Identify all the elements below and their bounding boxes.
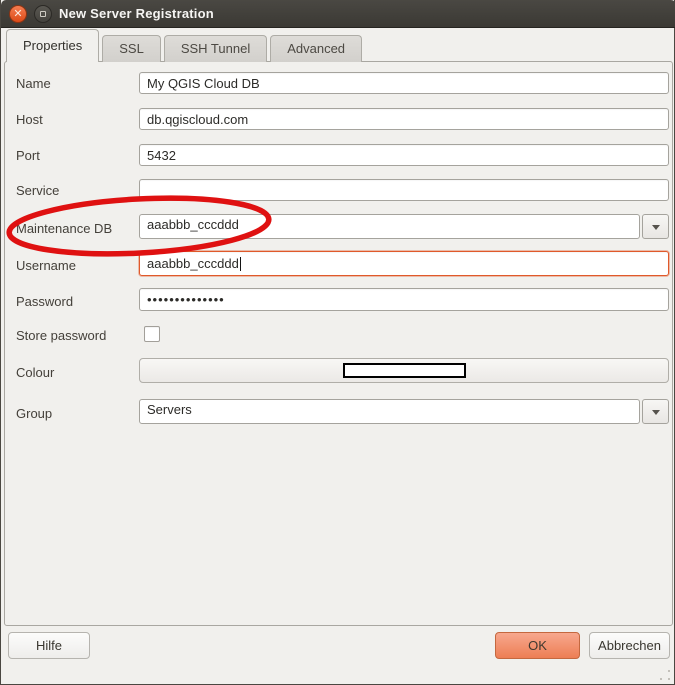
colour-swatch — [343, 363, 466, 378]
service-label: Service — [16, 183, 59, 198]
service-input[interactable] — [139, 179, 669, 201]
group-label: Group — [16, 406, 52, 421]
store-password-label: Store password — [16, 328, 106, 343]
host-label: Host — [16, 112, 43, 127]
host-input[interactable] — [139, 108, 669, 130]
port-input[interactable] — [139, 144, 669, 166]
group-value[interactable]: Servers — [139, 399, 640, 424]
colour-picker-button[interactable] — [139, 358, 669, 383]
ok-button[interactable]: OK — [495, 632, 580, 659]
cancel-button[interactable]: Abbrechen — [589, 632, 670, 659]
maintenance-db-combobox[interactable]: aaabbb_cccddd — [139, 214, 669, 239]
maintenance-db-value[interactable]: aaabbb_cccddd — [139, 214, 640, 239]
tab-properties[interactable]: Properties — [6, 29, 99, 62]
titlebar[interactable]: ✕ New Server Registration — [1, 0, 675, 28]
tab-ssl[interactable]: SSL — [102, 35, 161, 62]
maintenance-db-dropdown-button[interactable] — [642, 214, 669, 239]
close-icon[interactable]: ✕ — [9, 5, 27, 23]
password-input[interactable] — [139, 288, 669, 311]
chevron-down-icon — [652, 225, 660, 230]
window-title: New Server Registration — [59, 6, 214, 21]
chevron-down-icon — [652, 410, 660, 415]
group-combobox[interactable]: Servers — [139, 399, 669, 424]
tab-bar: Properties SSL SSH Tunnel Advanced — [6, 30, 365, 62]
resize-grip[interactable] — [668, 678, 670, 680]
help-button[interactable]: Hilfe — [8, 632, 90, 659]
username-input[interactable]: aaabbb_cccddd — [139, 251, 669, 276]
group-dropdown-button[interactable] — [642, 399, 669, 424]
username-value: aaabbb_cccddd — [147, 256, 239, 271]
store-password-checkbox[interactable] — [144, 326, 160, 342]
maintenance-db-label: Maintenance DB — [16, 221, 112, 236]
colour-label: Colour — [16, 365, 54, 380]
port-label: Port — [16, 148, 40, 163]
name-input[interactable] — [139, 72, 669, 94]
properties-tab-panel: Name Host Port Service Maintenance DB aa… — [4, 61, 673, 626]
text-cursor — [240, 257, 241, 271]
maximize-square-glyph — [40, 11, 46, 17]
maximize-icon[interactable] — [34, 5, 52, 23]
tab-ssh-tunnel[interactable]: SSH Tunnel — [164, 35, 267, 62]
name-label: Name — [16, 76, 51, 91]
username-label: Username — [16, 258, 76, 273]
tab-advanced[interactable]: Advanced — [270, 35, 362, 62]
password-label: Password — [16, 294, 73, 309]
dialog-new-server-registration: ✕ New Server Registration Properties SSL… — [0, 0, 675, 685]
